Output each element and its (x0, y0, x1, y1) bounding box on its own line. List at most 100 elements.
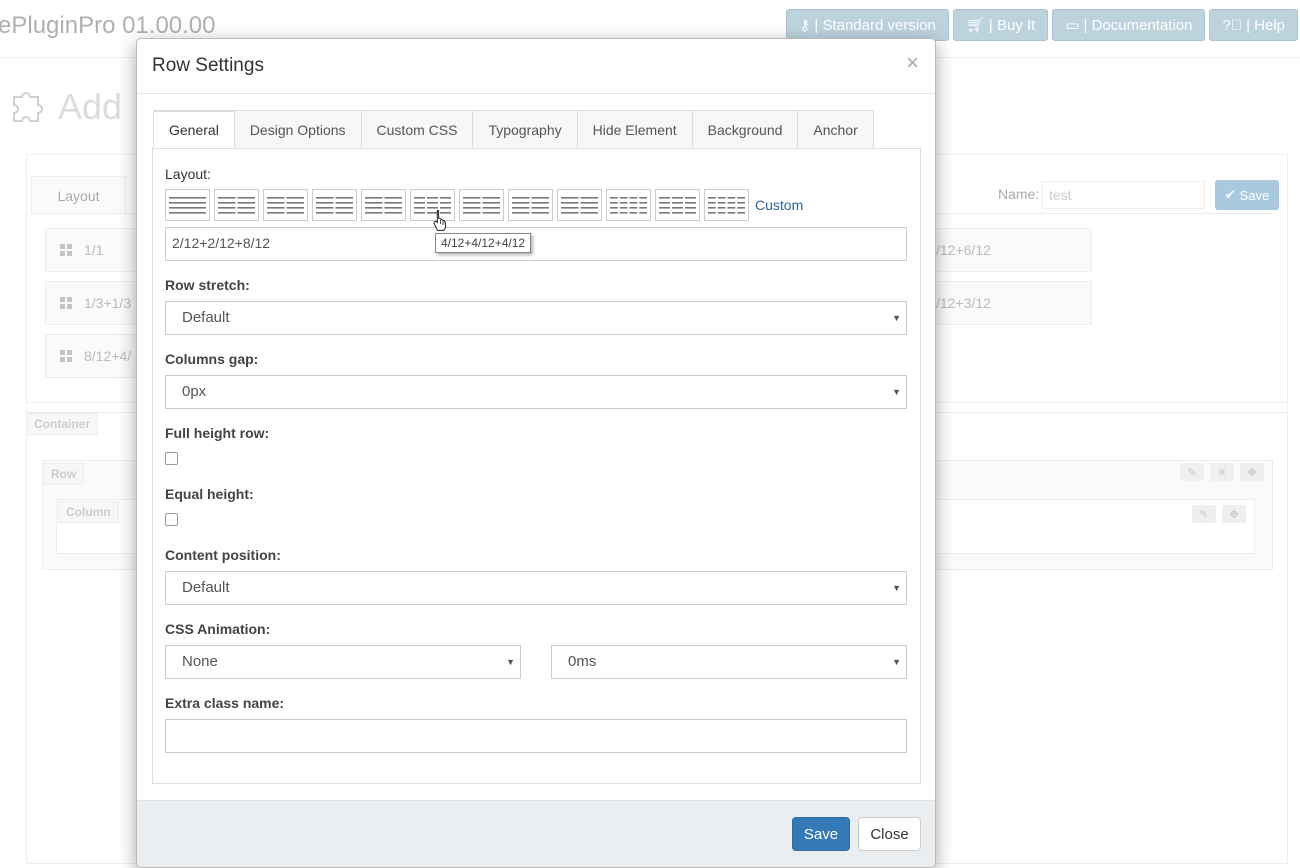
animation-delay-select[interactable]: 0ms ▼ (551, 645, 907, 679)
layout-preset-button[interactable] (655, 189, 700, 221)
layout-preset-item[interactable]: 8/12+4/ (45, 334, 140, 378)
layout-lines-icon (512, 197, 549, 214)
layout-preset-label: 1/3+1/3 (84, 295, 132, 311)
tab-anchor[interactable]: Anchor (798, 110, 874, 149)
columns-gap-select[interactable]: 0px ▼ (165, 375, 907, 409)
app-title: ePluginPro 01.00.00 (0, 12, 216, 39)
help-button[interactable]: ?⃝ | Help (1209, 9, 1298, 41)
modal-footer: Save Close (137, 800, 935, 867)
layout-preset-button[interactable] (312, 189, 357, 221)
layout-preset-button[interactable] (704, 189, 749, 221)
grid-icon (60, 297, 72, 309)
layout-label: Layout: (165, 166, 211, 182)
grid-icon (60, 244, 72, 256)
close-icon[interactable]: × (906, 52, 919, 74)
layout-lines-icon (610, 197, 647, 214)
layout-preset-label: 1/1 (84, 242, 104, 258)
layout-lines-icon (463, 197, 500, 214)
tab-hide-element[interactable]: Hide Element (577, 110, 693, 149)
page-heading-text: Add (58, 86, 123, 127)
layout-preset-button[interactable] (214, 189, 259, 221)
close-button[interactable]: Close (858, 817, 921, 851)
layout-preset-buttons: Custom (165, 189, 803, 221)
buy-it-button[interactable]: 🛒︎ | Buy It (952, 9, 1049, 41)
row-toolbar: ✎ ✕ ✥ (1180, 463, 1264, 481)
name-input[interactable]: test (1042, 181, 1205, 209)
equal-height-checkbox[interactable] (165, 513, 178, 526)
layout-preset-button[interactable] (606, 189, 651, 221)
layout-preset-item[interactable]: /12+3/12 (930, 281, 1092, 325)
row-settings-modal: Row Settings × General Design Options Cu… (136, 38, 936, 868)
layout-preset-label: 8/12+4/ (84, 348, 132, 364)
content-position-label: Content position: (165, 547, 281, 563)
layout-preset-item[interactable]: 1/3+1/3 (45, 281, 140, 325)
layout-preset-item[interactable]: /12+6/12 (930, 228, 1092, 272)
tab-layout[interactable]: Layout (31, 176, 126, 214)
move-icon[interactable]: ✥ (1240, 463, 1264, 481)
documentation-button[interactable]: ▭ | Documentation (1052, 9, 1206, 41)
standard-version-button[interactable]: ⚷ | Standard version (786, 9, 949, 41)
row-badge: Row (43, 463, 85, 485)
hand-cursor-icon (433, 210, 447, 231)
save-button[interactable]: Save (792, 817, 850, 851)
check-icon: ✔ (1224, 187, 1236, 202)
puzzle-icon (13, 92, 43, 122)
layout-lines-icon (365, 197, 402, 214)
caret-down-icon: ▼ (892, 657, 901, 667)
standard-version-label: | Standard version (814, 16, 936, 34)
row-stretch-value: Default (182, 309, 230, 326)
equal-height-label: Equal height: (165, 486, 254, 502)
caret-down-icon: ▼ (892, 583, 901, 593)
tab-general[interactable]: General (153, 110, 235, 149)
content-position-select[interactable]: Default ▼ (165, 571, 907, 605)
tab-background[interactable]: Background (692, 110, 799, 149)
extra-class-label: Extra class name: (165, 695, 285, 711)
background-save-button[interactable]: ✔ Save (1215, 180, 1279, 210)
row-stretch-select[interactable]: Default ▼ (165, 301, 907, 335)
layout-preset-button[interactable] (165, 189, 210, 221)
background-save-label: Save (1239, 187, 1270, 203)
layout-lines-icon (218, 197, 255, 214)
caret-down-icon: ▼ (892, 387, 901, 397)
move-icon[interactable]: ✥ (1222, 505, 1246, 523)
top-button-bar: ⚷ | Standard version 🛒︎ | Buy It ▭ | Doc… (786, 9, 1298, 41)
book-icon: ▭ (1065, 17, 1080, 34)
layout-input[interactable]: 2/12+2/12+8/12 (165, 227, 907, 261)
tab-custom-css[interactable]: Custom CSS (361, 110, 474, 149)
layout-preset-button[interactable] (557, 189, 602, 221)
full-height-label: Full height row: (165, 425, 270, 441)
caret-down-icon: ▼ (506, 657, 515, 667)
key-icon: ⚷ (799, 17, 811, 34)
css-animation-value: None (182, 653, 218, 670)
tab-design-options[interactable]: Design Options (234, 110, 362, 149)
pencil-icon[interactable]: ✎ (1180, 463, 1204, 481)
general-tab-panel: Layout: Custom 2/12+2/12+8/12 4/12+4/12+… (152, 148, 921, 784)
css-animation-select[interactable]: None ▼ (165, 645, 521, 679)
documentation-label: | Documentation (1083, 16, 1193, 34)
extra-class-input[interactable] (165, 719, 907, 753)
settings-tabs: General Design Options Custom CSS Typogr… (153, 110, 874, 149)
close-icon[interactable]: ✕ (1210, 463, 1234, 481)
modal-title: Row Settings (152, 55, 264, 76)
layout-lines-icon (316, 197, 353, 214)
layout-preset-item[interactable]: 1/1 (45, 228, 140, 272)
layout-lines-icon (169, 197, 206, 214)
layout-preset-button[interactable] (263, 189, 308, 221)
custom-layout-link[interactable]: Custom (755, 197, 803, 213)
layout-lines-icon (659, 197, 696, 214)
pencil-icon[interactable]: ✎ (1192, 505, 1216, 523)
tab-typography[interactable]: Typography (473, 110, 578, 149)
content-position-value: Default (182, 579, 230, 596)
full-height-checkbox[interactable] (165, 452, 178, 465)
cart-icon: 🛒︎ (965, 17, 985, 34)
layout-lines-icon (561, 197, 598, 214)
help-label: | Help (1246, 16, 1285, 34)
row-stretch-label: Row stretch: (165, 277, 250, 293)
buy-it-label: | Buy It (988, 16, 1036, 34)
page-heading: Add (8, 86, 122, 128)
layout-preset-button[interactable] (459, 189, 504, 221)
layout-preset-button[interactable] (361, 189, 406, 221)
layout-preset-button[interactable] (508, 189, 553, 221)
column-toolbar: ✎ ✥ (1192, 505, 1246, 523)
layout-lines-icon (708, 197, 745, 214)
